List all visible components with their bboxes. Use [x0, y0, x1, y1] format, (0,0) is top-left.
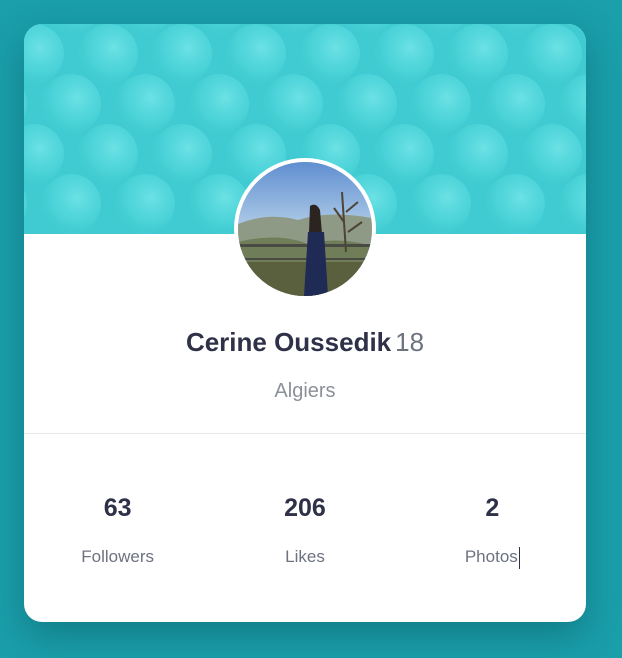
stat-value: 206: [284, 494, 326, 522]
banner-bubble: [411, 174, 471, 234]
banner-bubble: [374, 124, 434, 184]
banner-bubble: [300, 24, 360, 84]
stat-label: Followers: [81, 547, 155, 566]
banner-bubble: [522, 24, 582, 84]
profile-age: 18: [395, 327, 425, 357]
profile-name: Cerine Oussedik: [185, 327, 392, 357]
profile-name-line: Cerine Oussedik 18: [24, 324, 586, 360]
profile-location: Algiers: [274, 380, 336, 402]
banner-bubble: [41, 174, 101, 234]
banner-bubble: [485, 74, 545, 134]
banner-bubble: [189, 74, 249, 134]
banner-bubble: [522, 124, 582, 184]
stat-value: 63: [103, 494, 132, 522]
banner-bubble: [152, 24, 212, 84]
stat-followers[interactable]: 63 Followers: [24, 490, 211, 590]
banner-bubble: [152, 124, 212, 184]
stat-likes[interactable]: 206 Likes: [211, 490, 398, 590]
stat-label: Photos: [464, 547, 518, 566]
banner-bubble: [337, 74, 397, 134]
stat-value: 2: [485, 494, 500, 522]
banner-bubble: [485, 174, 545, 234]
stat-label: Likes: [285, 547, 325, 566]
banner-bubble: [41, 74, 101, 134]
stats-row: 63 Followers 206 Likes 2 Photos: [24, 490, 586, 590]
banner-bubble: [374, 24, 434, 84]
banner-bubble: [448, 24, 508, 84]
stat-label-wrapper: Photos: [399, 545, 586, 569]
banner-bubble: [263, 74, 323, 134]
stat-photos[interactable]: 2 Photos: [399, 490, 586, 590]
banner-bubble: [226, 24, 286, 84]
banner-bubble: [448, 124, 508, 184]
banner-bubble: [411, 74, 471, 134]
banner-bubble: [78, 124, 138, 184]
avatar[interactable]: [234, 158, 376, 300]
text-caret: [518, 546, 520, 569]
banner-bubble: [115, 174, 175, 234]
banner-bubble: [78, 24, 138, 84]
banner-bubble: [115, 74, 175, 134]
profile-card: Cerine Oussedik 18 Algiers 63 Followers 2…: [24, 24, 586, 622]
divider: [24, 433, 586, 434]
